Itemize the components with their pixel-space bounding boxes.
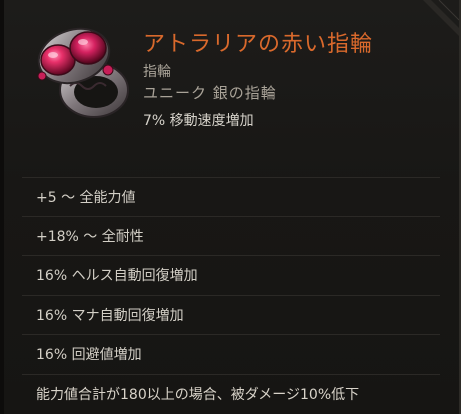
affix-row: 16% 回避値増加 — [22, 335, 440, 375]
item-slot: 指輪 — [143, 64, 171, 80]
affix-row: +18% 〜 全耐性 — [22, 217, 440, 256]
item-rarity-type: ユニーク 銀の指輪 — [143, 84, 277, 102]
item-implicit-stat: 7% 移動速度増加 — [143, 113, 254, 129]
unique-affix-row: 能力値合計が180以上の場合、被ダメージ10%低下 — [36, 387, 360, 404]
item-name: アトラリアの赤い指輪 — [143, 32, 374, 57]
affix-row: 16% ヘルス自動回復増加 — [22, 256, 440, 296]
affix-row: +5 〜 全能力値 — [22, 177, 440, 217]
corner-ornament-icon — [423, 0, 459, 36]
affix-list: +5 〜 全能力値 +18% 〜 全耐性 16% ヘルス自動回復増加 16% マ… — [22, 177, 440, 414]
item-tooltip: アトラリアの赤い指輪 指輪 ユニーク 銀の指輪 7% 移動速度増加 +5 〜 全… — [0, 0, 461, 414]
tooltip-left-edge — [0, 0, 4, 414]
ring-icon — [28, 16, 136, 124]
affix-row: 16% マナ自動回復増加 — [22, 296, 440, 335]
